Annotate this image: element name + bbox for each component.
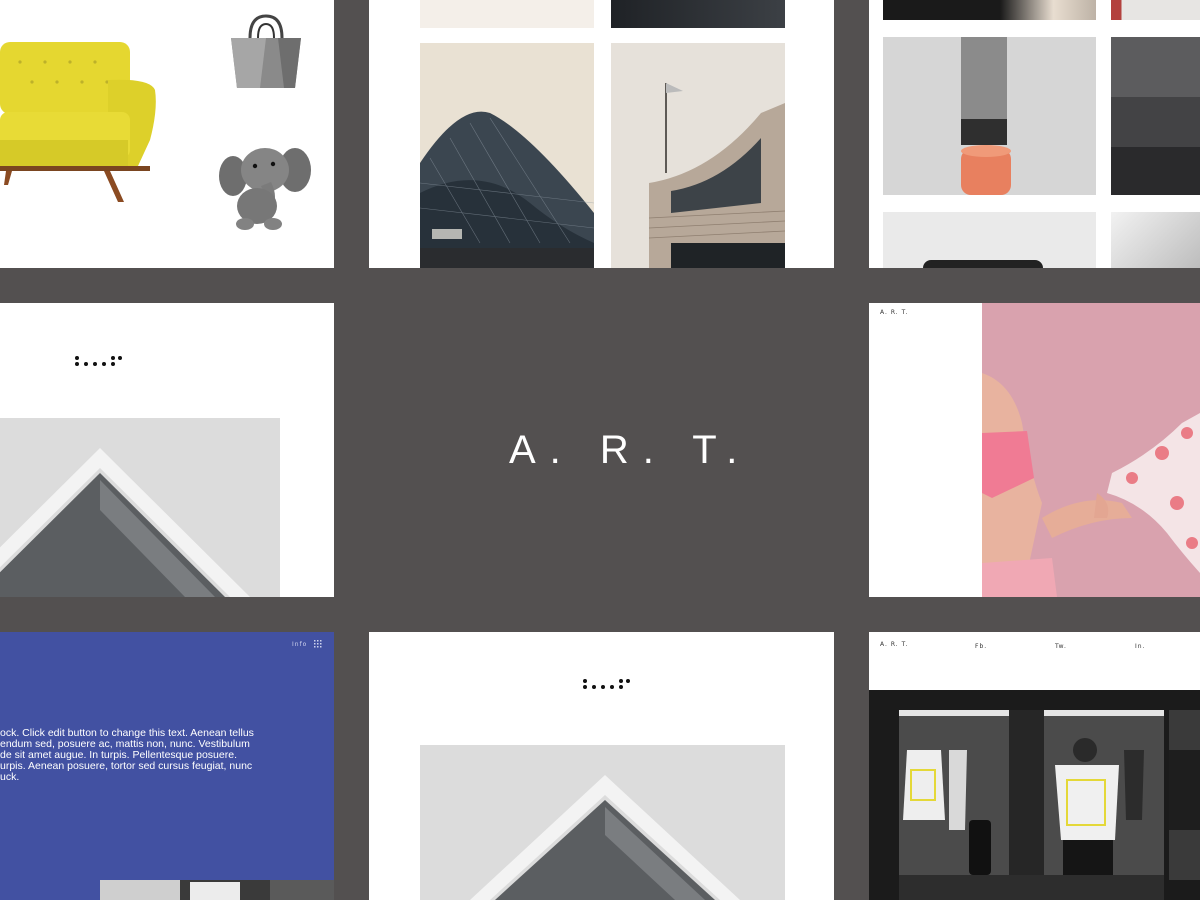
wooden-building-image <box>611 43 785 268</box>
nav-link-tw[interactable]: Tw. <box>1055 643 1067 650</box>
foggy-tower-image <box>420 43 594 268</box>
image-top-right <box>611 0 785 28</box>
nav-link-in[interactable]: In. <box>1135 643 1145 650</box>
tile-store[interactable]: A. R. T. Fb. Tw. In. <box>869 632 1200 900</box>
tile-fashion[interactable]: A. R. T. <box>869 303 1200 597</box>
tile-blue-info[interactable]: Info ock. Click edit button to change th… <box>0 632 334 900</box>
brand-logo: A. R. T. <box>509 428 752 472</box>
image-bottom-right <box>1111 212 1200 268</box>
dark-box-image <box>1111 37 1200 195</box>
roof-image <box>420 745 785 900</box>
info-label[interactable]: Info <box>292 641 307 648</box>
image-top-left <box>420 0 594 28</box>
dots-logo-icon <box>583 676 631 696</box>
store-interior-photo <box>869 690 1200 900</box>
image-top-right <box>1111 0 1200 20</box>
body-text: ock. Click edit button to change this te… <box>0 727 254 783</box>
tile-ecommerce[interactable] <box>0 0 334 268</box>
image-bottom-left <box>883 212 1096 268</box>
plush-elephant-image <box>219 148 311 230</box>
grid-menu-icon[interactable] <box>314 640 322 648</box>
armchair-image <box>0 42 156 202</box>
small-logo[interactable]: A. R. T. <box>880 309 908 316</box>
tile-roof-landing[interactable] <box>0 303 334 597</box>
small-logo[interactable]: A. R. T. <box>880 641 908 648</box>
tile-product-gallery[interactable] <box>869 0 1200 268</box>
tile-roof-landing-2[interactable] <box>369 632 834 900</box>
dots-logo-icon <box>75 353 123 373</box>
tile-architecture-gallery[interactable] <box>369 0 834 268</box>
image-top-left <box>883 0 1096 20</box>
fashion-photo <box>982 303 1200 597</box>
handbag-image <box>231 14 301 88</box>
notes-photo <box>100 880 334 900</box>
roof-image <box>0 418 280 597</box>
nav-link-fb[interactable]: Fb. <box>975 643 987 650</box>
cylinder-object-image <box>883 37 1096 195</box>
